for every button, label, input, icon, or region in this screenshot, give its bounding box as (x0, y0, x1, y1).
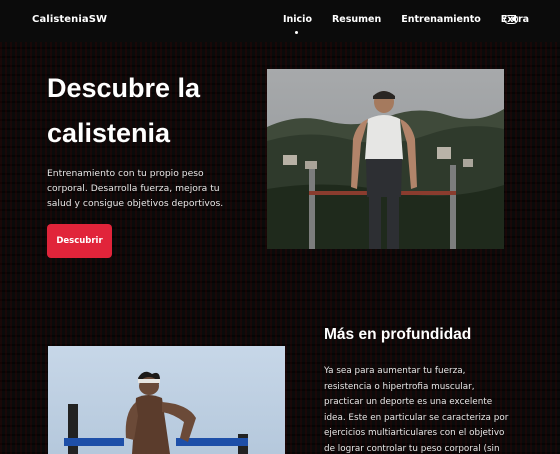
hero-title-line-2: calistenia (47, 118, 171, 148)
discover-button[interactable]: Descubrir (47, 224, 112, 258)
nav-links: Inicio Resumen Entrenamiento Extra (283, 14, 529, 25)
nav-link-inicio[interactable]: Inicio (283, 14, 312, 25)
section-photo-dips (48, 346, 285, 454)
toggle-switch-icon[interactable] (504, 15, 518, 24)
nav-link-entrenamiento[interactable]: Entrenamiento (401, 14, 481, 25)
hero-photo-pull-up (267, 69, 504, 249)
section-title: Más en profundidad (324, 326, 472, 343)
toggle-knob (512, 17, 516, 21)
brand-logo[interactable]: CalisteniaSW (32, 14, 107, 25)
hero-title: Descubre la calistenia (47, 66, 257, 156)
navbar: CalisteniaSW Inicio Resumen Entrenamient… (0, 0, 560, 42)
hero-title-line-1: Descubre la (47, 73, 201, 103)
nav-link-resumen[interactable]: Resumen (332, 14, 381, 25)
hero-description: Entrenamiento con tu propio peso corpora… (47, 168, 224, 209)
page: CalisteniaSW Inicio Resumen Entrenamient… (0, 0, 560, 454)
active-nav-indicator (295, 31, 298, 34)
section-description: Ya sea para aumentar tu fuerza, resisten… (324, 366, 509, 454)
